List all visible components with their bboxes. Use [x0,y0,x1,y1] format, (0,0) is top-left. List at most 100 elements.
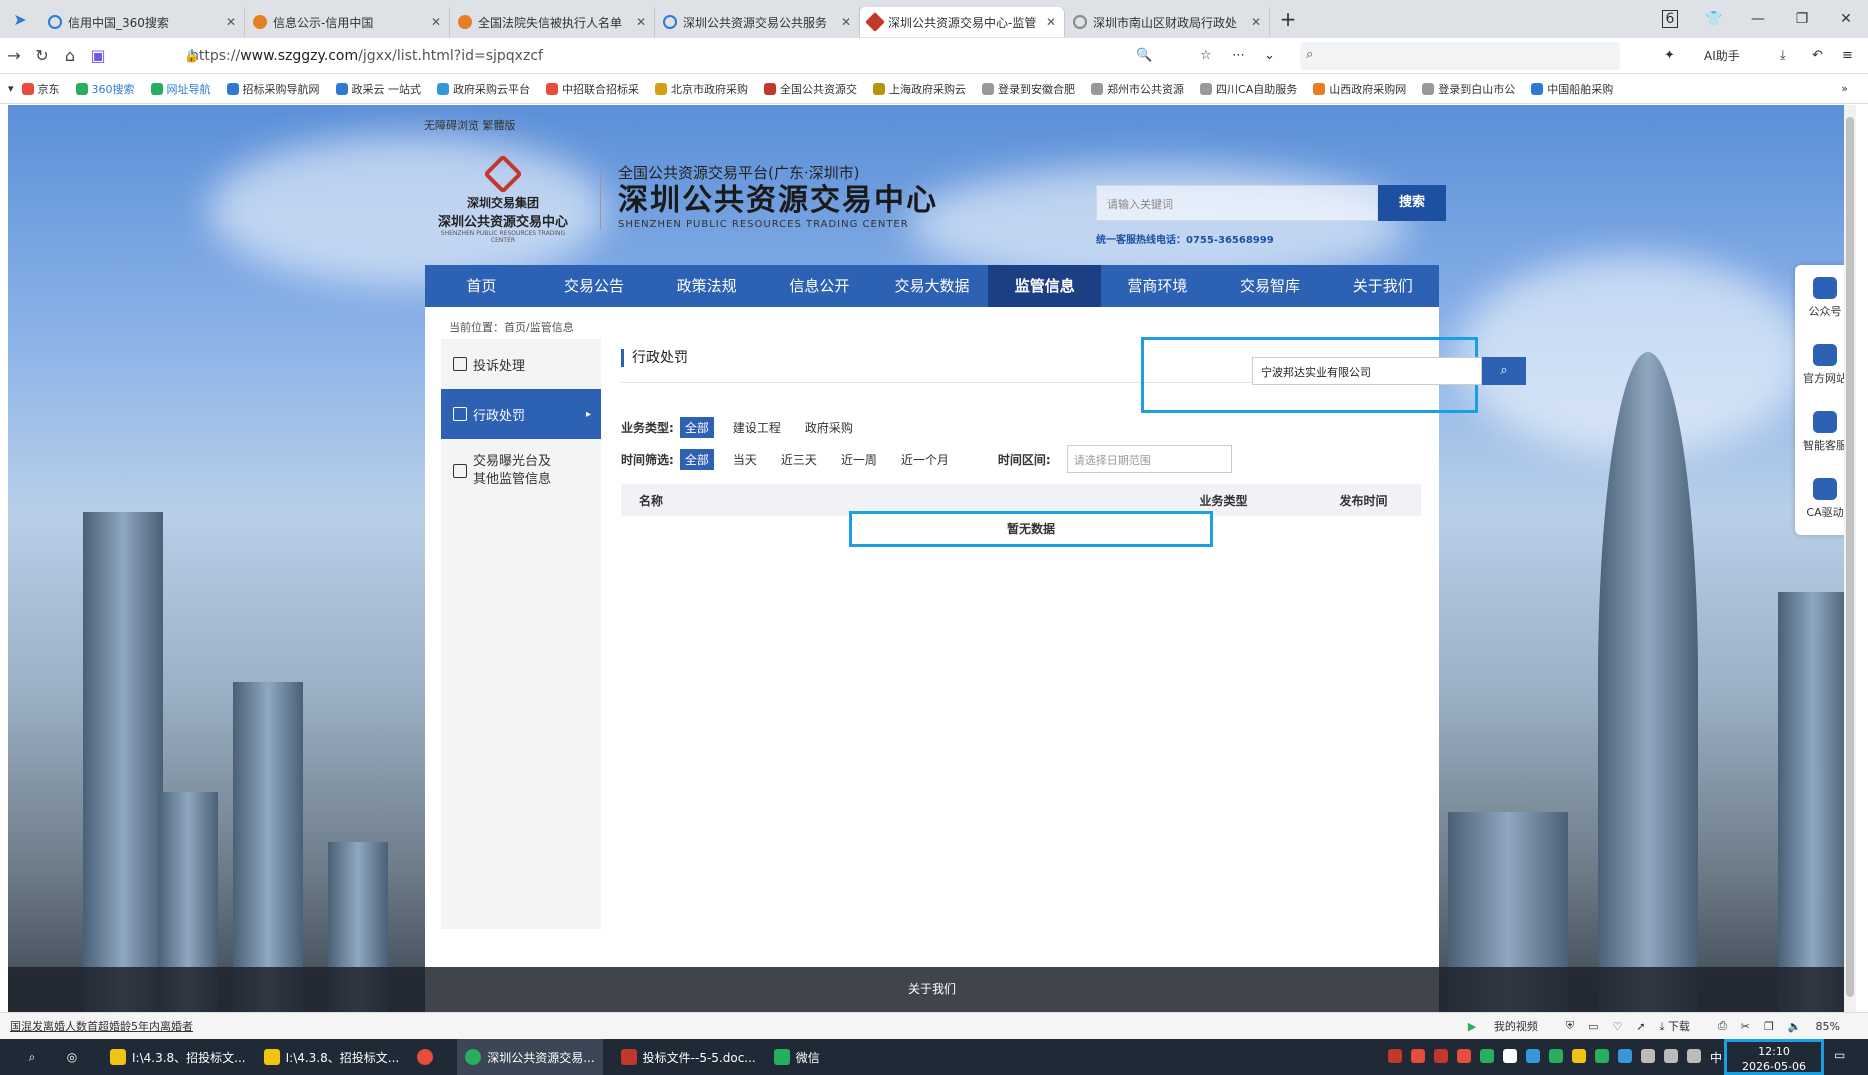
url-field[interactable]: https://www.szggzy.com/jgxx/list.html?id… [190,48,1150,64]
bookmark-more-button[interactable]: » [1841,82,1848,95]
taskbar-item[interactable]: I:\4.3.8、招投标文... [263,1049,399,1066]
tray-icon[interactable] [1434,1049,1448,1063]
tab-close-icon[interactable]: ✕ [431,15,441,29]
keyword-search-button[interactable]: ⌕ [1482,357,1526,385]
zoom-level[interactable]: 85% [1816,1020,1854,1033]
search-icon[interactable]: ⌕ [12,1050,52,1065]
bookmark-item[interactable]: 上海政府采购云 [873,81,966,97]
bookmarks-menu-icon[interactable]: ▾ [8,82,14,95]
home-icon[interactable]: ⌂ [56,46,84,65]
rocket-icon[interactable]: ➚ [1636,1020,1645,1033]
tab-0[interactable]: 信用中国_360搜索 ✕ [40,7,245,37]
tray-icon[interactable] [1595,1049,1609,1063]
nav-announcements[interactable]: 交易公告 [538,265,651,307]
print-icon[interactable]: ⎙ [1718,1019,1727,1033]
bookmark-item[interactable]: 网址导航 [150,81,211,97]
tab-3[interactable]: 深圳公共资源交易公共服务 ✕ [655,7,860,37]
group-logo[interactable]: 深圳交易集团 深圳公共资源交易中心 SHENZHEN PUBLIC RESOUR… [428,154,578,244]
menu-icon[interactable]: ≡ [1842,48,1853,63]
tab-close-icon[interactable]: ✕ [226,15,236,29]
news-ticker[interactable]: 国混发离婚人数首超婚龄5年内离婚者 [10,1018,193,1034]
nav-supervision[interactable]: 监管信息 [988,265,1102,307]
tab-1[interactable]: 信息公示-信用中国 ✕ [245,7,450,37]
filter-option[interactable]: 近一周 [836,449,882,470]
network-icon[interactable] [1664,1049,1678,1063]
bookmark-item[interactable]: 郑州市公共资源 [1091,81,1184,97]
tab-close-icon[interactable]: ✕ [636,15,646,29]
filter-option[interactable]: 当天 [728,449,762,470]
restore-button[interactable]: ❐ [1780,11,1824,27]
tray-icon[interactable] [1549,1049,1563,1063]
close-window-button[interactable]: ✕ [1824,11,1868,27]
shield-icon[interactable]: ⛨ [1566,1019,1574,1033]
bookmark-item[interactable]: 北京市政府采购 [655,81,748,97]
tray-icon[interactable] [1572,1049,1586,1063]
tray-icon[interactable] [1503,1049,1517,1063]
heart-icon[interactable]: ♡ [1612,1020,1622,1033]
date-range-input[interactable]: 请选择日期范围 [1066,445,1232,473]
tab-count-badge[interactable]: 6 [1648,10,1692,28]
taskbar-item[interactable]: 微信 [773,1049,820,1066]
tab-close-icon[interactable]: ✕ [1046,15,1056,29]
star-icon[interactable]: ☆ [1200,48,1212,63]
browser-search-input[interactable]: ⌕ [1300,42,1620,70]
new-tab-button[interactable]: + [1270,7,1306,31]
tray-icon[interactable] [1388,1049,1402,1063]
filter-option[interactable]: 政府采购 [800,417,858,438]
sidebar-item-exposure[interactable]: 交易曝光台及其他监管信息 [441,439,601,503]
bookmark-item[interactable]: 中国船舶采购 [1531,81,1613,97]
bookmark-item[interactable]: 政采云 一站式 [335,81,421,97]
bookmark-item[interactable]: 登录到白山市公 [1422,81,1515,97]
bookmark-item[interactable]: 招标采购导航网 [226,81,320,97]
tray-icon[interactable] [1411,1049,1425,1063]
bookmark-item[interactable]: 山西政府采购网 [1313,81,1406,97]
shirt-icon[interactable]: 👕 [1692,11,1736,27]
keyword-input[interactable]: 宁波邦达实业有限公司 [1252,357,1482,385]
tab-4[interactable]: 深圳公共资源交易中心-监管 ✕ [860,7,1065,37]
tray-icon[interactable] [1480,1049,1494,1063]
nav-policies[interactable]: 政策法规 [650,265,763,307]
nav-business-env[interactable]: 营商环境 [1101,265,1214,307]
center-logo[interactable]: 全国公共资源交易平台(广东·深圳市) 深圳公共资源交易中心 SHENZHEN P… [618,162,938,230]
bluetooth-icon[interactable] [1618,1049,1632,1063]
bookmark-item[interactable]: 政府采购云平台 [437,81,530,97]
nav-think-tank[interactable]: 交易智库 [1214,265,1327,307]
ime-indicator[interactable]: 中 [1710,1049,1722,1066]
my-video-button[interactable]: ▶ 我的视频 [1468,1018,1552,1034]
browser-logo-icon[interactable]: ➤ [0,10,40,29]
tray-icon[interactable] [1457,1049,1471,1063]
nav-home[interactable]: 首页 [425,265,538,307]
bookmark-item[interactable]: 登录到安徽合肥 [982,81,1075,97]
minimize-button[interactable]: — [1736,11,1780,27]
nav-bigdata[interactable]: 交易大数据 [876,265,989,307]
taskbar-item[interactable]: I:\4.3.8、招投标文... [110,1049,246,1066]
more-icon[interactable]: ⋯ [1232,48,1245,63]
filter-option[interactable]: 近一个月 [896,449,954,470]
nav-disclosure[interactable]: 信息公开 [763,265,876,307]
ai-assistant-button[interactable]: AI助手 [1704,47,1740,64]
filter-option[interactable]: 全部 [679,416,714,438]
volume-icon[interactable] [1687,1049,1701,1063]
chrome-taskbar-icon[interactable] [417,1049,439,1065]
image-icon[interactable]: ▭ [1588,1020,1598,1033]
window-icon[interactable]: ❐ [1764,1020,1774,1033]
nav-about[interactable]: 关于我们 [1326,265,1439,307]
usb-icon[interactable] [1641,1049,1655,1063]
bookmark-item[interactable]: 京东 [21,81,60,97]
accessibility-links[interactable]: 无障碍浏览 繁體版 [424,117,516,133]
notification-icon[interactable]: ▭ [1834,1048,1845,1062]
refresh-icon[interactable]: ↻ [28,46,56,65]
download-icon[interactable]: ⤓ [1780,48,1786,63]
clock[interactable]: 12:10 2026-05-06 [1724,1039,1824,1075]
filter-option[interactable]: 全部 [679,448,714,470]
site-search-input[interactable]: 请输入关键词 [1096,185,1378,221]
footer-about[interactable]: 关于我们 [8,967,1856,1012]
tab-2[interactable]: 全国法院失信被执行人名单 ✕ [450,7,655,37]
bookmark-item[interactable]: 中招联合招标采 [546,81,639,97]
tab-5[interactable]: 深圳市南山区财政局行政处 ✕ [1065,7,1270,37]
forward-icon[interactable]: → [0,46,28,65]
undo-icon[interactable]: ↶ [1812,48,1823,63]
bookmark-item[interactable]: 四川CA自助服务 [1200,81,1297,97]
bookmark-item[interactable]: 全国公共资源交 [764,81,857,97]
speaker-icon[interactable]: 🔈 [1788,1020,1802,1033]
